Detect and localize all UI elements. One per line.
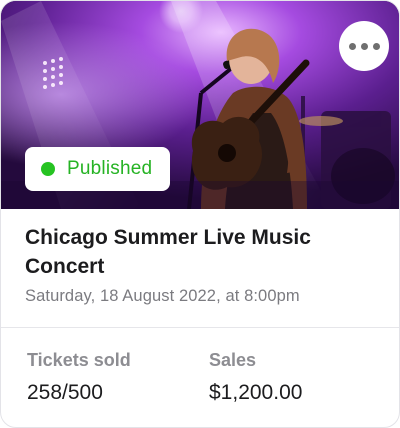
divider <box>1 327 399 328</box>
tickets-sold-stat: Tickets sold 258/500 <box>27 349 131 405</box>
more-dot <box>372 42 380 50</box>
status-badge: Published <box>25 147 171 191</box>
tickets-sold-value: 258/500 <box>27 381 103 404</box>
event-date: Saturday, 18 August 2022, at 8:00pm <box>25 287 300 305</box>
sales-label: Sales <box>209 350 257 370</box>
more-dot <box>360 42 368 50</box>
sales-stat: Sales $1,200.00 <box>209 349 302 405</box>
more-horizontal-icon <box>348 42 356 50</box>
status-dot-icon <box>41 162 55 176</box>
event-photo: Published <box>1 1 399 209</box>
more-options-button[interactable] <box>339 21 389 71</box>
status-label: Published <box>67 158 153 179</box>
tickets-sold-label: Tickets sold <box>27 350 131 370</box>
sales-value: $1,200.00 <box>209 381 303 404</box>
event-title[interactable]: Chicago Summer Live Music Concert <box>25 223 375 281</box>
event-card[interactable]: Published Chicago Summer Live Music Conc… <box>0 0 400 428</box>
